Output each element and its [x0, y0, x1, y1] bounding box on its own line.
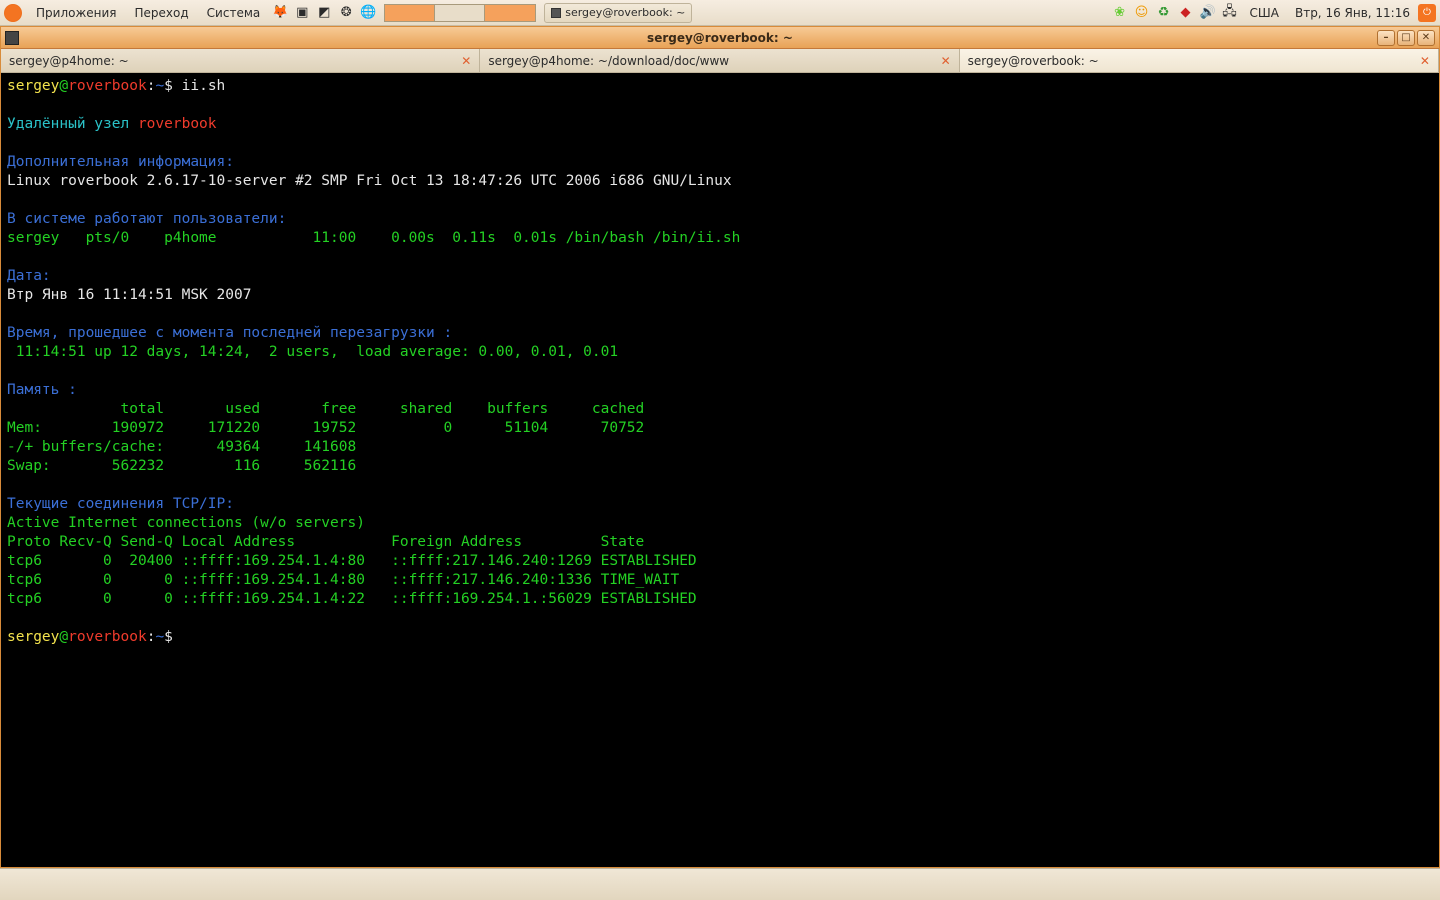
- maximize-button[interactable]: □: [1397, 30, 1415, 46]
- menu-applications[interactable]: Приложения: [28, 6, 125, 20]
- tab-2[interactable]: sergey@p4home: ~/download/doc/www ✕: [480, 49, 959, 72]
- tab-label: sergey@p4home: ~: [9, 54, 129, 68]
- tab-close-icon[interactable]: ✕: [1420, 54, 1430, 68]
- tab-close-icon[interactable]: ✕: [941, 54, 951, 68]
- gnome-top-panel: Приложения Переход Система 🦊 ▣ ◩ ❂ 🌐 ser…: [0, 0, 1440, 26]
- tab-label: sergey@roverbook: ~: [968, 54, 1099, 68]
- gnome-bottom-panel[interactable]: [0, 868, 1440, 900]
- ubuntu-logo-icon[interactable]: [4, 4, 22, 22]
- workspace-3[interactable]: [485, 5, 535, 21]
- window-titlebar[interactable]: sergey@roverbook: ~ – □ ✕: [1, 27, 1439, 49]
- menu-places[interactable]: Переход: [127, 6, 197, 20]
- tab-close-icon[interactable]: ✕: [461, 54, 471, 68]
- workspace-1[interactable]: [385, 5, 435, 21]
- workspace-switcher[interactable]: [384, 4, 536, 22]
- logout-icon[interactable]: ⏻: [1418, 4, 1436, 22]
- terminal-launcher-icon[interactable]: ▣: [293, 4, 311, 22]
- browser-icon[interactable]: 🌐: [359, 4, 377, 22]
- tray-icon-3[interactable]: ♻: [1155, 4, 1173, 22]
- tray-icon-4[interactable]: ◆: [1177, 4, 1195, 22]
- tray-icon-2[interactable]: ☺: [1133, 4, 1151, 22]
- close-button[interactable]: ✕: [1417, 30, 1435, 46]
- panel-clock[interactable]: Втр, 16 Янв, 11:16: [1289, 6, 1416, 20]
- window-app-icon: [5, 31, 19, 45]
- terminal-window: sergey@roverbook: ~ – □ ✕ sergey@p4home:…: [0, 26, 1440, 868]
- taskbar-title: sergey@roverbook: ~: [565, 6, 685, 19]
- taskbar-entry[interactable]: sergey@roverbook: ~: [544, 3, 692, 23]
- tab-label: sergey@p4home: ~/download/doc/www: [488, 54, 729, 68]
- taskbar-app-icon: [551, 8, 561, 18]
- firefox-icon[interactable]: 🦊: [271, 4, 289, 22]
- keyboard-layout[interactable]: США: [1242, 6, 1287, 20]
- workspace-2[interactable]: [435, 5, 485, 21]
- window-title: sergey@roverbook: ~: [647, 31, 793, 45]
- app-icon-1[interactable]: ◩: [315, 4, 333, 22]
- network-icon[interactable]: 🖧: [1221, 4, 1239, 22]
- terminal-tabs: sergey@p4home: ~ ✕ sergey@p4home: ~/down…: [1, 49, 1439, 73]
- app-icon-2[interactable]: ❂: [337, 4, 355, 22]
- minimize-button[interactable]: –: [1377, 30, 1395, 46]
- terminal-output[interactable]: sergey@roverbook:~$ ii.sh Удалённый узел…: [1, 73, 1439, 867]
- volume-icon[interactable]: 🔊: [1199, 4, 1217, 22]
- tab-1[interactable]: sergey@p4home: ~ ✕: [1, 49, 480, 72]
- tab-3[interactable]: sergey@roverbook: ~ ✕: [960, 49, 1439, 72]
- menu-system[interactable]: Система: [199, 6, 269, 20]
- tray-icon-1[interactable]: ❀: [1111, 4, 1129, 22]
